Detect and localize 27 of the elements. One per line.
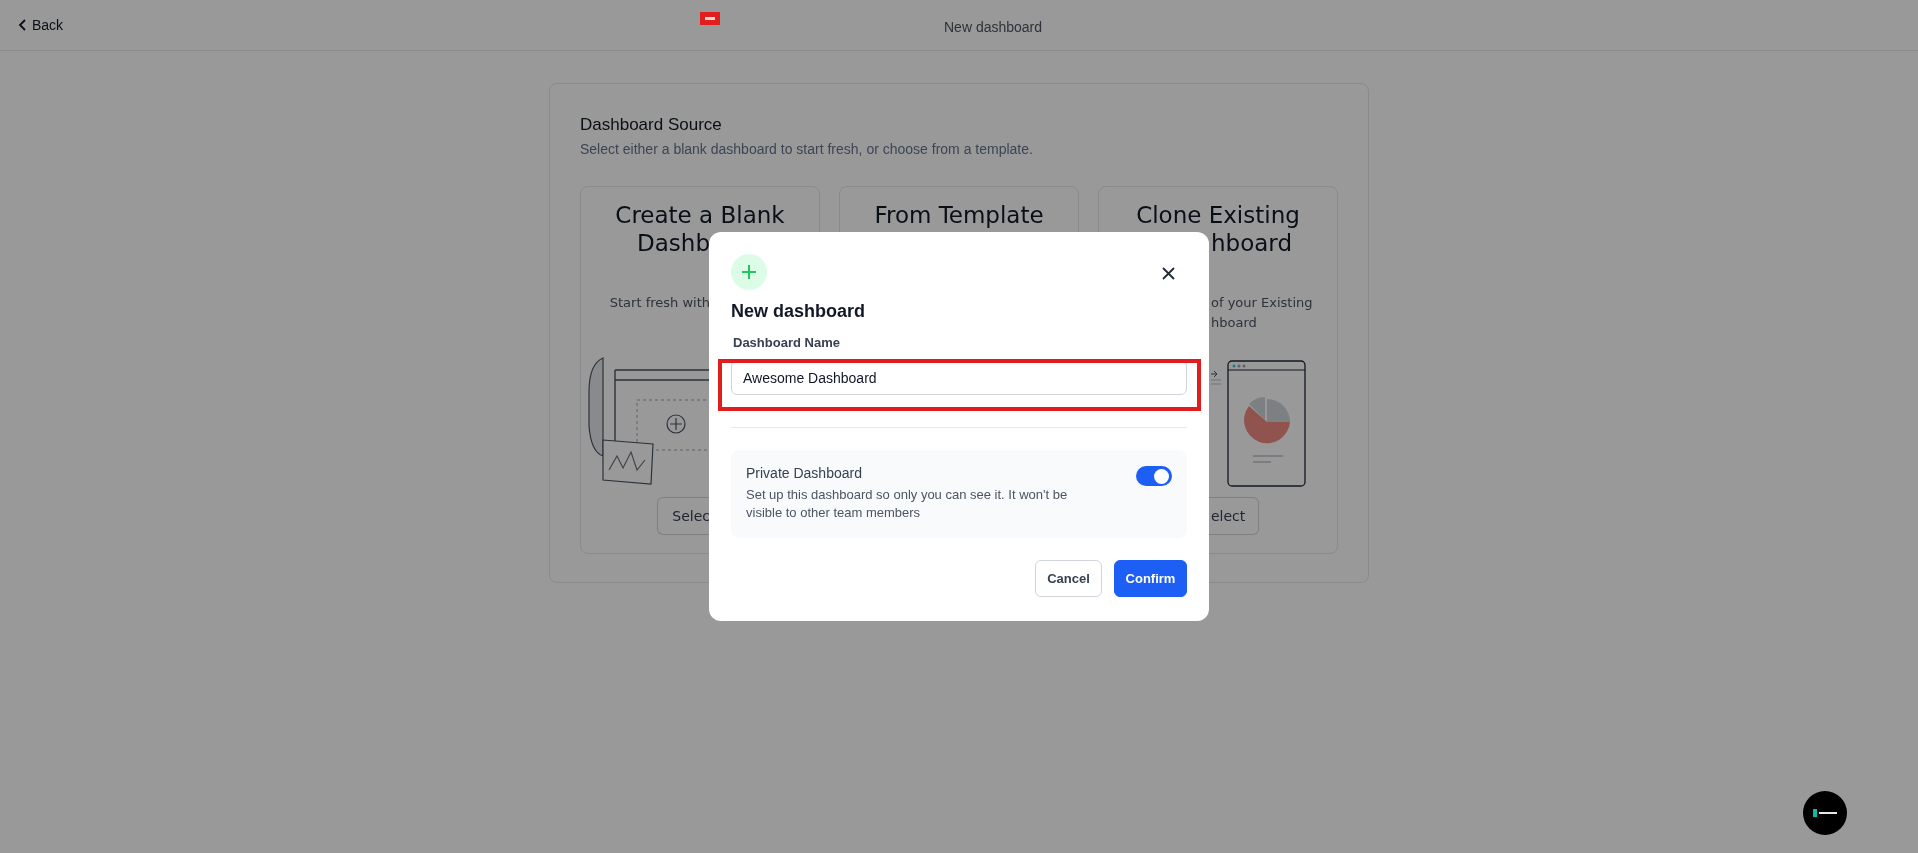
private-toggle[interactable] [1136, 466, 1172, 486]
back-link[interactable]: Back [18, 14, 64, 36]
card-title: Dashb [637, 229, 710, 257]
chevron-left-icon [18, 19, 28, 31]
logo-button[interactable] [1803, 791, 1847, 835]
card-description: of your Existing [1211, 294, 1313, 312]
card-description: hboard [1211, 314, 1257, 332]
card-title: hboard [1211, 229, 1292, 257]
page-title: New dashboard [944, 18, 1043, 37]
select-button[interactable]: elect [1209, 497, 1260, 535]
section-subtitle: Select either a blank dashboard to start fresh, or choose from a template. [580, 140, 1034, 158]
cancel-button[interactable]: Cancel [1035, 560, 1102, 597]
setting-description: Set up this dashboard so only you can see it. It won't be visible to other team members [746, 486, 1069, 522]
select-button[interactable]: Selec [657, 497, 710, 535]
field-label: Dashboard Name [733, 334, 841, 352]
logo-icon [1813, 809, 1837, 817]
card-description: Start fresh with [609, 294, 710, 312]
setting-title: Private Dashboard [746, 464, 863, 482]
confirm-button[interactable]: Confirm [1114, 560, 1187, 597]
close-icon [1161, 266, 1175, 280]
card-title: From Template [874, 201, 1044, 229]
card-title: Create a Blank [615, 201, 785, 229]
section-title: Dashboard Source [580, 114, 723, 136]
plus-icon [731, 254, 767, 290]
dialog-title: New dashboard [731, 300, 867, 323]
card-title: Clone Existing [1136, 201, 1300, 229]
marker-icon [700, 12, 720, 25]
